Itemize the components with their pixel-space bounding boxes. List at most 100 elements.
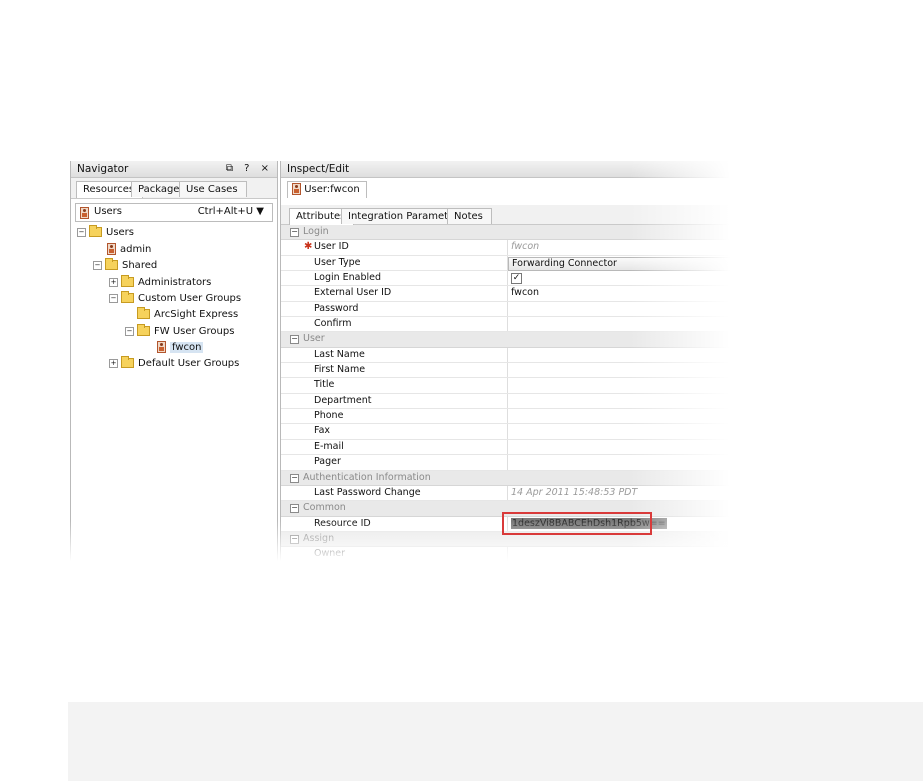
attr-label: Fax <box>314 425 331 437</box>
tab-use-cases[interactable]: Use Cases <box>179 181 247 197</box>
tree-node-label: ArcSight Express <box>154 309 239 320</box>
attr-row-department: Department <box>281 393 730 410</box>
attr-row-first-name: First Name <box>281 363 730 379</box>
resource-tab-label: User:fwcon <box>304 184 360 195</box>
attr-label: Confirm <box>314 318 352 330</box>
user-icon <box>157 341 166 353</box>
attr-value-cell[interactable]: ✓ <box>507 271 730 286</box>
attr-value-cell[interactable] <box>507 347 730 363</box>
attr-value-cell[interactable] <box>507 455 730 470</box>
tree-node-admin[interactable]: admin <box>107 243 154 257</box>
tree-node-custom-user-groups[interactable]: − Custom User Groups <box>109 291 244 306</box>
attr-row-phone: Phone <box>281 409 730 425</box>
attr-value-cell[interactable]: fwcon <box>507 240 730 255</box>
attr-value-cell[interactable] <box>507 363 730 378</box>
attr-value-cell[interactable] <box>507 409 730 424</box>
user-icon <box>80 207 89 219</box>
attr-value-cell[interactable]: Forwarding Connector <box>507 255 730 271</box>
tree-node-label: Default User Groups <box>138 358 240 369</box>
attr-row-confirm: Confirm <box>281 317 730 333</box>
folder-open-icon <box>137 324 150 336</box>
attr-row-title: Title <box>281 378 730 394</box>
section-user[interactable]: − User <box>281 332 730 348</box>
selector-shortcut-group: Ctrl+Alt+U ▼ <box>198 206 264 217</box>
attr-value-cell[interactable] <box>507 301 730 317</box>
section-label: Login <box>303 226 329 237</box>
attr-label: Phone <box>314 410 344 422</box>
attr-value-cell[interactable] <box>507 424 730 439</box>
attr-row-user-id: ✱ User ID fwcon <box>281 240 730 256</box>
attr-value-cell[interactable]: 14 Apr 2011 15:48:53 PDT <box>507 485 730 501</box>
tree-node-label: Users <box>106 227 135 238</box>
tree-node-default-user-groups[interactable]: + Default User Groups <box>109 356 242 371</box>
collapse-icon[interactable]: − <box>290 335 299 345</box>
tree-node-fwcon[interactable]: fwcon <box>157 341 206 355</box>
tree-node-administrators[interactable]: + Administrators <box>109 275 214 290</box>
attr-label: User ID <box>314 241 349 253</box>
attr-value-cell[interactable] <box>507 317 730 332</box>
attr-label: Last Name <box>314 348 365 360</box>
attr-value-cell[interactable] <box>507 378 730 393</box>
user-icon <box>107 243 116 255</box>
collapse-icon[interactable]: − <box>93 260 102 270</box>
login-enabled-checkbox: ✓ <box>511 273 522 285</box>
attr-value-cell[interactable]: fwcon <box>507 286 730 301</box>
folder-open-icon <box>137 307 150 319</box>
collapse-icon[interactable]: − <box>290 504 299 514</box>
inspect-edit-panel: Inspect/Edit User:fwcon Attributes Integ… <box>280 161 730 561</box>
section-login[interactable]: − Login <box>281 225 730 241</box>
selector-label: Users <box>94 206 123 217</box>
attribute-tab-bar: Attributes Integration Parameters Notes <box>281 205 730 225</box>
expand-icon[interactable]: + <box>109 358 118 368</box>
tree-node-label: Custom User Groups <box>138 293 242 304</box>
attr-label: Title <box>314 379 335 391</box>
attr-label: Owner <box>314 548 346 560</box>
attr-value: 14 Apr 2011 15:48:53 PDT <box>511 486 638 498</box>
resource-type-selector[interactable]: Users Ctrl+Alt+U ▼ <box>75 203 273 222</box>
collapse-icon[interactable]: − <box>290 473 299 483</box>
attr-value-cell[interactable] <box>507 547 730 561</box>
navigator-title-bar: Navigator ⧉ ? × <box>71 161 277 178</box>
folder-open-icon <box>105 258 118 270</box>
attr-label: Pager <box>314 456 341 468</box>
attr-value-cell[interactable] <box>507 393 730 409</box>
navigator-title: Navigator <box>77 163 129 175</box>
tree-node-arcsight-express[interactable]: ArcSight Express <box>137 307 241 322</box>
attr-row-password: Password <box>281 301 730 318</box>
tab-notes[interactable]: Notes <box>447 208 492 224</box>
attr-row-owner: Owner <box>281 547 730 561</box>
attr-label: Last Password Change <box>314 486 421 498</box>
attr-value: fwcon <box>511 287 540 299</box>
tree-node-users[interactable]: − Users <box>77 225 137 240</box>
attr-row-pager: Pager <box>281 455 730 471</box>
attr-label: Resource ID <box>314 517 371 529</box>
folder-open-icon <box>121 291 134 303</box>
chevron-down-icon[interactable]: ▼ <box>256 206 264 217</box>
resource-id-highlight-box <box>502 512 652 535</box>
selector-shortcut: Ctrl+Alt+U <box>197 206 254 217</box>
attr-value-cell[interactable] <box>507 439 730 455</box>
tree-node-label: Shared <box>122 260 158 271</box>
panel-controls[interactable]: ⧉ ? × <box>226 161 273 177</box>
folder-icon <box>121 356 134 368</box>
expand-icon[interactable]: + <box>109 277 118 287</box>
tree-node-fw-user-groups[interactable]: − FW User Groups <box>125 324 237 339</box>
tree-node-label: fwcon <box>170 342 204 353</box>
attr-label: First Name <box>314 364 366 376</box>
attr-label: Password <box>314 302 359 314</box>
collapse-icon[interactable]: − <box>77 227 86 237</box>
user-type-dropdown: Forwarding Connector <box>508 256 730 271</box>
section-authentication-information[interactable]: − Authentication Information <box>281 470 730 486</box>
tab-user-fwcon[interactable]: User:fwcon <box>287 181 367 198</box>
attr-label: E-mail <box>314 440 344 452</box>
attr-value: fwcon <box>511 241 540 253</box>
collapse-icon[interactable]: − <box>109 293 118 303</box>
folder-open-icon <box>89 225 102 237</box>
collapse-icon[interactable]: − <box>290 228 299 237</box>
tree-node-label: admin <box>120 244 152 255</box>
collapse-icon[interactable]: − <box>125 326 134 336</box>
attr-row-e-mail: E-mail <box>281 439 730 456</box>
tree-node-shared[interactable]: − Shared <box>93 258 160 273</box>
attr-row-fax: Fax <box>281 424 730 440</box>
collapse-icon[interactable]: − <box>290 534 299 544</box>
